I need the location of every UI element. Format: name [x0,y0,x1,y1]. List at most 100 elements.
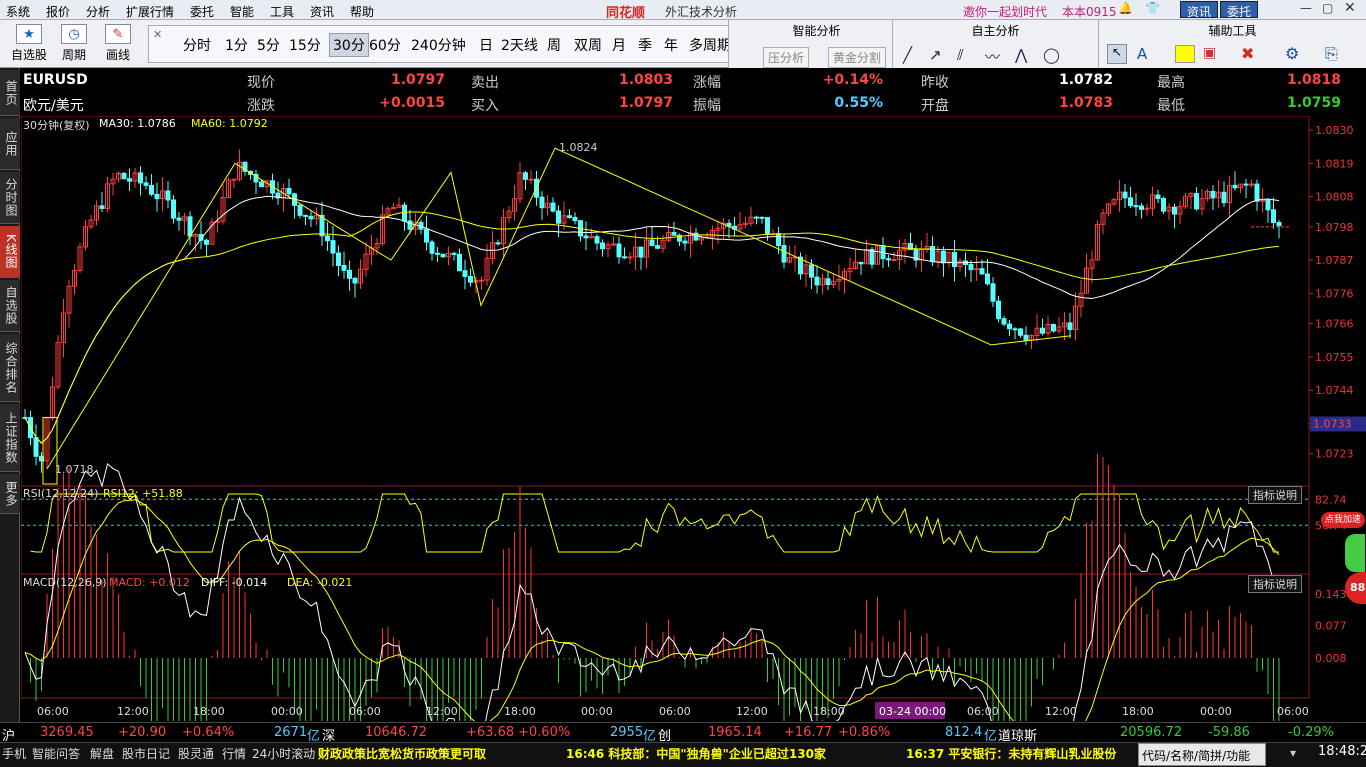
maximize-icon[interactable]: ▢ [1322,1,1333,15]
color-picker[interactable] [1175,45,1195,63]
candle-body [990,283,996,302]
menu-quote[interactable]: 报价 [46,3,70,20]
time-axis-label-7: 00:00 [581,705,613,718]
macd-explain-button[interactable]: 指标说明 [1248,575,1302,593]
info-button[interactable]: 资讯 [1180,1,1219,19]
cursor-icon[interactable]: ↖ [1107,44,1127,64]
export-icon[interactable]: ⎘ [1325,44,1338,64]
quote-label-r2-0: 涨跌 [247,98,275,114]
period-close-icon[interactable]: ✕ [153,28,162,41]
slogan-link[interactable]: 邀你一起划时代 [963,3,1047,20]
bottom-tab-5[interactable]: 行情 [222,745,246,762]
wave-icon[interactable]: 〰 [985,46,1000,67]
candle-body [462,270,468,277]
parallel-icon[interactable]: ⫽ [957,46,964,64]
candle-body [952,252,957,268]
time-axis-label-12: 03-24 00:00 [879,705,946,718]
gear-icon[interactable]: ⚙ [1285,44,1299,63]
minimize-icon[interactable]: — [1300,1,1312,15]
menu-trade[interactable]: 委托 [190,3,214,20]
candle-body [858,261,864,265]
candle-body [1260,199,1265,202]
period-13[interactable]: 年 [664,35,678,55]
period-6[interactable]: 240分钟 [411,35,466,55]
delete-icon[interactable]: ✖ [1241,44,1254,63]
menu-info[interactable]: 资讯 [310,3,334,20]
news-scroll-3[interactable]: 16:37 平安银行：未持有辉山乳业股份 [906,745,1134,762]
bell-icon[interactable]: 🔔 [1118,1,1133,15]
text-icon[interactable]: A [1137,45,1147,63]
news-scroll-1[interactable]: 财政政策比宽松货币政策更可取 [318,745,486,762]
news-scroll-2[interactable]: 16:46 科技部：中国"独角兽"企业已超过130家 [566,745,826,762]
bottom-tab-2[interactable]: 解盘 [90,745,114,762]
line-icon[interactable]: ╱ [903,46,912,64]
time-axis-label-1: 12:00 [117,705,149,718]
menu-tools[interactable]: 工具 [270,3,294,20]
trade-button[interactable]: 委托 [1220,1,1259,19]
sidebar-item-0[interactable]: 首页 [0,70,20,116]
shirt-icon[interactable]: 👕 [1145,1,1160,15]
period-8[interactable]: 2天线 [501,35,538,55]
mascot-icon[interactable] [1345,534,1365,572]
period-label: 周期 [61,48,86,62]
candle-body [1243,183,1249,186]
dea-line [24,499,1280,746]
candle-body [523,172,528,180]
period-12[interactable]: 季 [638,35,652,55]
golden-ratio-button[interactable]: 黄金分割 [828,47,887,68]
circle-icon[interactable]: ◯ [1043,46,1060,64]
time-axis-label-15: 18:00 [1122,705,1154,718]
period-9[interactable]: 周 [547,35,561,55]
macd-value-label: MACD: +0.012 [109,576,190,589]
menu-smart[interactable]: 智能 [230,3,254,20]
bookmark-icon[interactable]: ▣ [1203,45,1216,61]
sidebar-item-4[interactable]: 自选股 [0,280,20,332]
rsi-explain-button[interactable]: 指标说明 [1248,486,1302,504]
pressure-analysis-button[interactable]: 压分析 [763,47,810,68]
ray-icon[interactable]: ↗ [929,46,942,64]
period-14[interactable]: 多周期 [689,35,731,55]
search-input[interactable]: 代码/名称/简拼/功能 [1138,743,1266,766]
period-4[interactable]: 30分 [329,33,369,57]
cy-value: 1965.14 [708,725,762,740]
bottom-tab-1[interactable]: 智能问答 [32,745,80,762]
draw-tool[interactable]: ✎ 画线 [98,24,138,63]
polyline-icon[interactable]: ⋀ [1015,46,1027,64]
kline-chart[interactable]: 1.0830 1.0819 1.0808 1.0798 1.0787 1.0776 1.07… [20,115,1366,767]
bottom-tab-0[interactable]: 手机 [2,745,26,762]
candle-body [457,253,462,272]
period-2[interactable]: 5分 [257,35,280,55]
price-axis-label-3: 1.0798 [1315,221,1354,234]
sidebar-item-5[interactable]: 综合排名 [0,334,20,402]
period-11[interactable]: 月 [612,35,626,55]
menu-system[interactable]: 系统 [6,3,30,20]
sidebar-item-1[interactable]: 应用 [0,118,20,170]
close-icon[interactable]: ✕ [1344,0,1356,16]
macd-axis-label-0: 0.143 [1315,588,1347,601]
menu-ext-quote[interactable]: 扩展行情 [126,3,174,20]
period-tool[interactable]: ◷ 周期 [56,24,92,63]
period-0[interactable]: 分时 [183,35,211,55]
bottom-tab-6[interactable]: 24小时滚动 [252,745,315,762]
sidebar-item-7[interactable]: 更多 [0,474,20,514]
dropdown-icon[interactable]: ▾ [1290,746,1296,760]
bottom-tab-3[interactable]: 股市日记 [122,745,170,762]
speed-up-badge[interactable]: 点我加速 [1321,512,1365,528]
period-3[interactable]: 15分 [289,35,321,55]
candle-body [165,190,171,201]
sidebar-item-2[interactable]: 分时图 [0,172,20,224]
period-10[interactable]: 双周 [574,35,602,55]
kline-chart-area[interactable]: 1.0830 1.0819 1.0808 1.0798 1.0787 1.0776 1.07… [20,115,1366,767]
sidebar-item-3[interactable]: K线图 [0,226,20,278]
menu-analysis[interactable]: 分析 [86,3,110,20]
candle-body [171,199,176,219]
menu-help[interactable]: 帮助 [350,3,374,20]
watchlist-tool[interactable]: ★ 自选股 [8,24,50,63]
period-7[interactable]: 日 [479,35,493,55]
period-selector: 分时1分5分15分30分60分240分钟日2天线周双周月季年多周期⚙✕ [148,25,776,63]
period-5[interactable]: 60分 [369,35,401,55]
period-1[interactable]: 1分 [225,35,248,55]
quote-label-r2-3: 开盘 [921,98,949,114]
sidebar-item-6[interactable]: 上证指数 [0,404,20,472]
bottom-tab-4[interactable]: 股灵通 [178,745,214,762]
